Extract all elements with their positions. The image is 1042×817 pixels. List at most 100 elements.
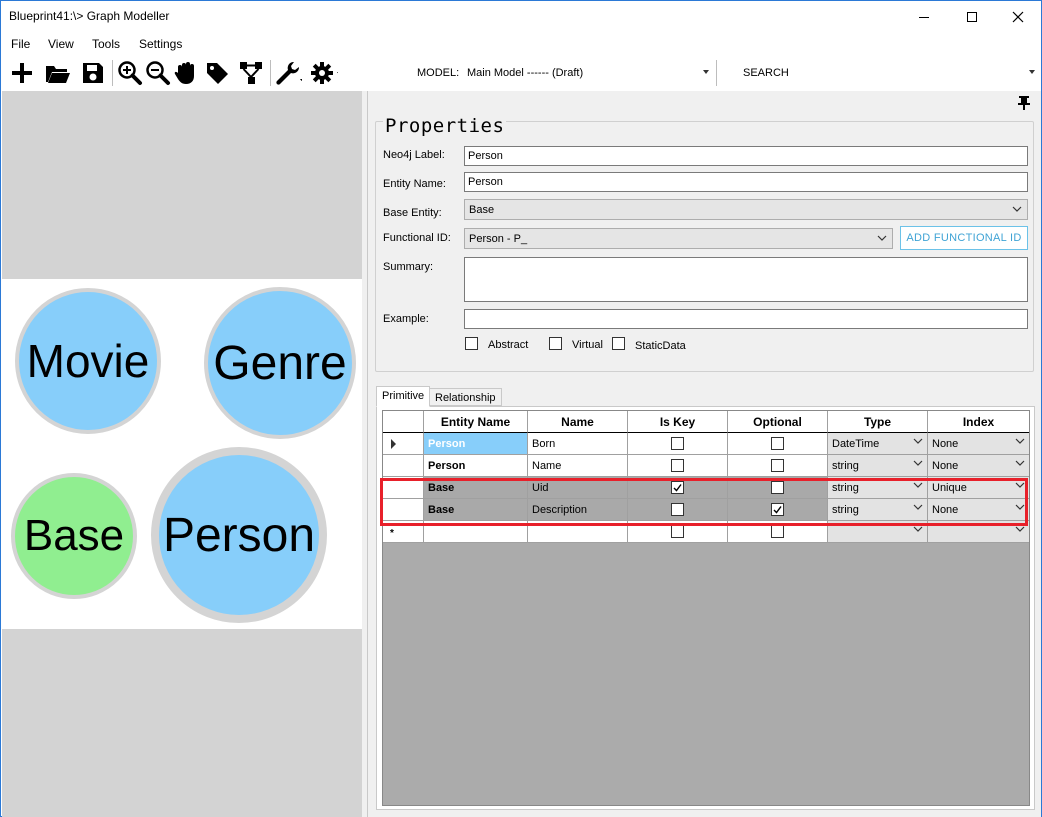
- zoom-in-icon[interactable]: [116, 59, 144, 87]
- grid-header-row: Entity Name Name Is Key Optional Type In…: [383, 411, 1029, 433]
- table-row[interactable]: Person Name string None: [383, 455, 1029, 477]
- row-header[interactable]: [383, 433, 424, 455]
- cell-index-dropdown[interactable]: None: [928, 433, 1029, 455]
- column-header-is-key[interactable]: Is Key: [628, 411, 728, 433]
- model-selector[interactable]: Main Model ------ (Draft): [467, 67, 583, 79]
- is-key-checkbox[interactable]: [671, 437, 684, 450]
- optional-checkbox[interactable]: [771, 503, 784, 516]
- index-value: None: [932, 460, 959, 472]
- checkmark-icon: [773, 506, 782, 514]
- is-key-checkbox[interactable]: [671, 503, 684, 516]
- tab-relationship[interactable]: Relationship: [429, 388, 502, 406]
- neo4j-label-field[interactable]: Person: [464, 146, 1028, 166]
- cell-is-key[interactable]: [628, 433, 728, 455]
- settings-gear-icon[interactable]: [310, 59, 338, 87]
- cell-index-dropdown[interactable]: None: [928, 455, 1029, 477]
- search-dropdown-icon[interactable]: [1029, 70, 1035, 74]
- pin-icon[interactable]: [1016, 95, 1032, 114]
- row-header[interactable]: [383, 477, 424, 499]
- optional-checkbox[interactable]: [771, 481, 784, 494]
- tab-primitive[interactable]: Primitive: [376, 386, 431, 407]
- graph-node-movie[interactable]: Movie: [15, 288, 161, 434]
- cell-type-dropdown[interactable]: string: [828, 477, 928, 499]
- cell-optional[interactable]: [728, 455, 828, 477]
- functional-id-label: Functional ID:: [383, 232, 451, 244]
- cell-is-key[interactable]: [628, 477, 728, 499]
- cell-is-key[interactable]: [628, 499, 728, 521]
- cell-name[interactable]: Name: [528, 455, 628, 477]
- cell-optional[interactable]: [728, 433, 828, 455]
- optional-checkbox[interactable]: [771, 525, 784, 538]
- cell-name[interactable]: Description: [528, 499, 628, 521]
- cell-index-dropdown[interactable]: [928, 521, 1029, 543]
- graph-canvas[interactable]: Movie Genre Base Person: [2, 91, 362, 817]
- menu-view[interactable]: View: [48, 37, 74, 51]
- optional-checkbox[interactable]: [771, 459, 784, 472]
- graph-node-genre[interactable]: Genre: [204, 287, 356, 439]
- cell-name[interactable]: [528, 521, 628, 543]
- minimize-button[interactable]: [901, 1, 947, 32]
- new-row[interactable]: *: [383, 521, 1029, 543]
- hierarchy-icon[interactable]: [237, 59, 265, 87]
- row-header[interactable]: [383, 455, 424, 477]
- base-entity-dropdown[interactable]: Base: [464, 199, 1028, 220]
- table-row[interactable]: Base Uid string Unique: [383, 477, 1029, 499]
- cell-index-dropdown[interactable]: Unique: [928, 477, 1029, 499]
- close-button[interactable]: [995, 1, 1041, 32]
- graph-node-base[interactable]: Base: [11, 473, 137, 599]
- graph-node-person[interactable]: Person: [151, 447, 327, 623]
- cell-index-dropdown[interactable]: None: [928, 499, 1029, 521]
- cell-is-key[interactable]: [628, 521, 728, 543]
- cell-type-dropdown[interactable]: [828, 521, 928, 543]
- optional-checkbox[interactable]: [771, 437, 784, 450]
- add-icon[interactable]: [8, 59, 36, 87]
- example-field[interactable]: [464, 309, 1028, 329]
- search-box[interactable]: SEARCH: [743, 67, 789, 79]
- table-row[interactable]: Person Born DateTime None: [383, 433, 1029, 455]
- is-key-checkbox[interactable]: [671, 525, 684, 538]
- is-key-checkbox[interactable]: [671, 459, 684, 472]
- row-header[interactable]: [383, 499, 424, 521]
- abstract-checkbox[interactable]: [465, 337, 478, 350]
- wrench-icon[interactable]: [274, 59, 302, 87]
- model-dropdown-icon[interactable]: [703, 70, 709, 74]
- table-row[interactable]: Base Description string None: [383, 499, 1029, 521]
- menu-settings[interactable]: Settings: [139, 37, 182, 51]
- cell-entity-name[interactable]: [424, 521, 528, 543]
- staticdata-checkbox[interactable]: [612, 337, 625, 350]
- cell-name[interactable]: Uid: [528, 477, 628, 499]
- column-header-name[interactable]: Name: [528, 411, 628, 433]
- cell-entity-name[interactable]: Base: [424, 477, 528, 499]
- column-header-index[interactable]: Index: [928, 411, 1029, 433]
- functional-id-dropdown[interactable]: Person - P_: [464, 228, 893, 249]
- virtual-checkbox[interactable]: [549, 337, 562, 350]
- menu-tools[interactable]: Tools: [92, 37, 120, 51]
- cell-optional[interactable]: [728, 521, 828, 543]
- maximize-button[interactable]: [949, 1, 995, 32]
- add-functional-id-button[interactable]: ADD FUNCTIONAL ID: [900, 226, 1028, 250]
- primitive-grid[interactable]: Entity Name Name Is Key Optional Type In…: [382, 410, 1030, 806]
- tag-icon[interactable]: [203, 59, 231, 87]
- zoom-out-icon[interactable]: [144, 59, 172, 87]
- cell-entity-name[interactable]: Base: [424, 499, 528, 521]
- cell-optional[interactable]: [728, 477, 828, 499]
- cell-entity-name[interactable]: Person: [424, 455, 528, 477]
- cell-name[interactable]: Born: [528, 433, 628, 455]
- cell-type-dropdown[interactable]: string: [828, 455, 928, 477]
- cell-optional[interactable]: [728, 499, 828, 521]
- open-folder-icon[interactable]: [44, 59, 72, 87]
- cell-entity-name[interactable]: Person: [424, 433, 528, 455]
- is-key-checkbox[interactable]: [671, 481, 684, 494]
- entity-name-field[interactable]: Person: [464, 172, 1028, 192]
- column-header-type[interactable]: Type: [828, 411, 928, 433]
- save-icon[interactable]: [79, 59, 107, 87]
- column-header-optional[interactable]: Optional: [728, 411, 828, 433]
- cell-type-dropdown[interactable]: DateTime: [828, 433, 928, 455]
- column-header-entity-name[interactable]: Entity Name: [424, 411, 528, 433]
- cell-type-dropdown[interactable]: string: [828, 499, 928, 521]
- pan-hand-icon[interactable]: [172, 59, 200, 87]
- menu-file[interactable]: File: [11, 37, 30, 51]
- cell-is-key[interactable]: [628, 455, 728, 477]
- summary-field[interactable]: [464, 257, 1028, 302]
- toolbar-separator: [112, 60, 113, 86]
